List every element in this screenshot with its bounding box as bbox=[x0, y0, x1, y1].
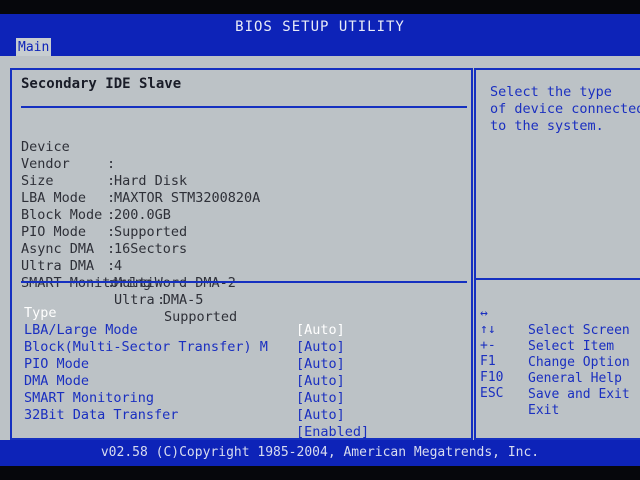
setting-smart-monitoring[interactable]: SMART Monitoring [Auto] bbox=[24, 373, 464, 423]
help-line: to the system. bbox=[490, 118, 604, 134]
setting-block-transfer[interactable]: Block(Multi-Sector Transfer) M [Auto] bbox=[24, 322, 464, 372]
setting-value[interactable]: [Auto] bbox=[296, 407, 345, 424]
help-line: of device connected bbox=[490, 101, 640, 117]
key-hint-change-option: +- Change Option bbox=[480, 320, 640, 370]
key-hint-save-exit: F10 Save and Exit bbox=[480, 352, 640, 402]
key-desc: Exit bbox=[528, 403, 560, 418]
help-divider bbox=[476, 278, 640, 280]
title-divider bbox=[21, 106, 467, 108]
setting-value[interactable]: [Enabled] bbox=[296, 424, 369, 441]
info-row-lba-mode: LBA Mode : Supported bbox=[21, 173, 461, 240]
key-hint-exit: ESC Exit bbox=[480, 368, 640, 418]
settings-panel: Secondary IDE Slave Device : Hard Disk V… bbox=[10, 68, 473, 440]
info-row-block-mode: Block Mode : 16Sectors bbox=[21, 190, 461, 257]
help-text: Select the type of device connected to t… bbox=[490, 84, 640, 135]
key-desc: Save and Exit bbox=[528, 387, 630, 402]
info-divider bbox=[21, 281, 467, 283]
info-row-vendor: Vendor : MAXTOR STM3200820A bbox=[21, 139, 461, 206]
info-row-size: Size : 200.0GB bbox=[21, 156, 461, 223]
title-bar: BIOS SETUP UTILITY bbox=[0, 14, 640, 38]
setting-32bit-transfer[interactable]: 32Bit Data Transfer [Enabled] bbox=[24, 390, 464, 440]
info-row-pio-mode: PIO Mode : 4 bbox=[21, 207, 461, 274]
copyright-footer: v02.58 (C)Copyright 1985-2004, American … bbox=[0, 440, 640, 466]
section-title: Secondary IDE Slave bbox=[21, 76, 182, 92]
bios-title: BIOS SETUP UTILITY bbox=[235, 19, 405, 35]
menu-bar: Main bbox=[0, 38, 640, 56]
copyright-text: v02.58 (C)Copyright 1985-2004, American … bbox=[100, 445, 540, 460]
bios-screen: BIOS SETUP UTILITY Main Secondary IDE Sl… bbox=[0, 14, 640, 466]
info-row-device: Device : Hard Disk bbox=[21, 122, 461, 189]
info-row-async-dma: Async DMA : MultiWord DMA-2 bbox=[21, 224, 461, 291]
key-hint-general-help: F1 General Help bbox=[480, 336, 640, 386]
setting-type[interactable]: Type [Auto] bbox=[24, 288, 464, 338]
setting-dma-mode[interactable]: DMA Mode [Auto] bbox=[24, 356, 464, 406]
key-label: ESC bbox=[480, 386, 504, 401]
setting-label: 32Bit Data Transfer bbox=[24, 407, 179, 423]
info-row-ultra-dma: Ultra DMA : Ultra DMA-5 bbox=[21, 241, 461, 308]
key-hint-select-screen: ↔ Select Screen bbox=[480, 288, 640, 338]
help-panel: Select the type of device connected to t… bbox=[474, 68, 640, 440]
key-hint-select-item: ↑↓ Select Item bbox=[480, 304, 640, 354]
setting-lba-large-mode[interactable]: LBA/Large Mode [Auto] bbox=[24, 305, 464, 355]
setting-pio-mode[interactable]: PIO Mode [Auto] bbox=[24, 339, 464, 389]
tab-main[interactable]: Main bbox=[16, 38, 52, 56]
info-row-smart: SMART Monitoring : Supported bbox=[21, 258, 461, 325]
help-line: Select the type bbox=[490, 84, 612, 100]
